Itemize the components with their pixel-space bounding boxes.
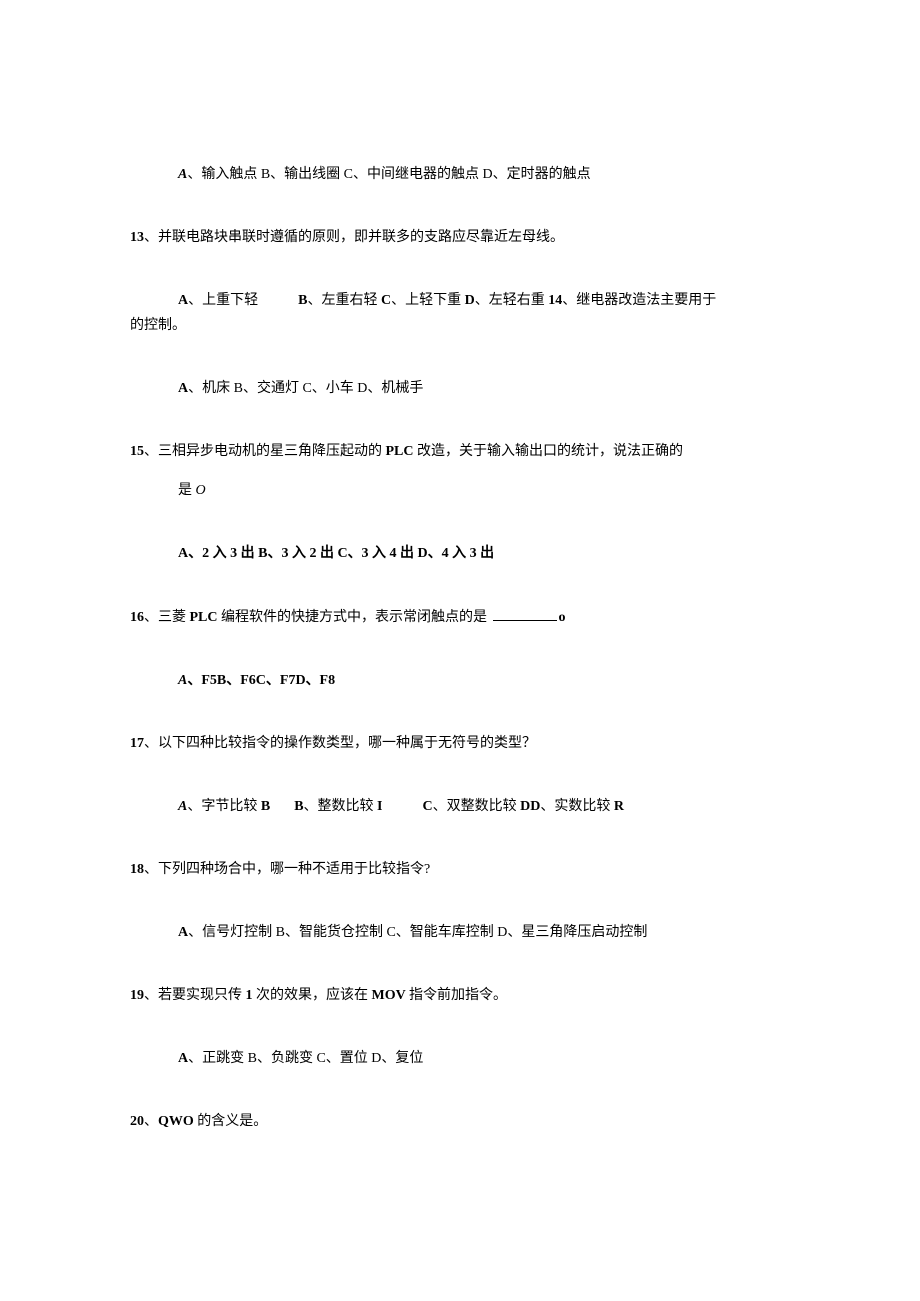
- q19-options-line: A、正跳变 B、负跳变 C、置位 D、复位: [130, 1048, 790, 1069]
- q13-number: 13: [130, 230, 144, 245]
- q19-tc: 次的效果，应该在: [256, 988, 372, 1003]
- q13-text: 并联电路块串联时遵循的原则，即并联多的支路应尽靠近左母线。: [158, 230, 564, 245]
- q16-ta: 三菱: [158, 610, 190, 625]
- q17-optC-t: 、双整数比较: [433, 799, 521, 814]
- q15-options-line: A、2 入 3 出 B、3 入 2 出 C、3 入 4 出 D、4 入 3 出: [130, 543, 790, 564]
- q17-optD-b: R: [614, 799, 624, 814]
- q15-l1a: 三相异步电动机的星三角降压起动的: [158, 444, 386, 459]
- q18-number: 18: [130, 862, 144, 877]
- q15-l2a: 是: [178, 483, 196, 498]
- q20-question: 20、QWO 的含义是。: [130, 1111, 790, 1132]
- q13-optA-t: 、上重下轻: [188, 293, 258, 308]
- q19-optA: A: [178, 1051, 188, 1066]
- q12-options-line: A、输入触点 B、输出线圈 C、中间继电器的触点 D、定时器的触点: [130, 164, 790, 185]
- q12-options: A: [178, 167, 187, 182]
- q17-optA-t: 、字节比较: [187, 799, 261, 814]
- q15-l2b: O: [196, 483, 206, 498]
- q17-optA-b: B: [261, 799, 270, 814]
- document-page: A、输入触点 B、输出线圈 C、中间继电器的触点 D、定时器的触点 13、并联电…: [0, 0, 920, 1301]
- q17-optA: A: [178, 799, 187, 814]
- q15-line1: 15、三相异步电动机的星三角降压起动的 PLC 改造，关于输入输出口的统计，说法…: [130, 441, 790, 462]
- q17-optD-t: 、实数比较: [540, 799, 614, 814]
- q13-opts-row: A、上重下轻B、左重右轻 C、上轻下重 D、左轻右重 14、继电器改造法主要用于: [130, 290, 790, 311]
- q18-options-text: 、信号灯控制 B、智能货仓控制 C、智能车库控制 D、星三角降压启动控制: [188, 925, 647, 940]
- q18-sep: 、: [144, 862, 158, 877]
- q18-text: 下列四种场合中，哪一种不适用于比较指令?: [158, 862, 430, 877]
- q19-options-text: 、正跳变 B、负跳变 C、置位 D、复位: [188, 1051, 423, 1066]
- q13-question: 13、并联电路块串联时遵循的原则，即并联多的支路应尽靠近左母线。: [130, 227, 790, 248]
- q17-question: 17、以下四种比较指令的操作数类型，哪一种属于无符号的类型？: [130, 733, 790, 754]
- q16-options: 、F5B、F6C、F7D、F8: [187, 673, 335, 688]
- q19-td: MOV: [372, 988, 409, 1003]
- q16-question: 16、三菱 PLC 编程软件的快捷方式中，表示常闭触点的是 o: [130, 606, 790, 628]
- q13-optD-t: 、左轻右重: [475, 293, 549, 308]
- q13-optC: C: [381, 293, 391, 308]
- q19-number: 19: [130, 988, 144, 1003]
- q17-optB-t: 、整数比较: [304, 799, 378, 814]
- q15-sep: 、: [144, 444, 158, 459]
- q17-text: 以下四种比较指令的操作数类型，哪一种属于无符号的类型？: [158, 736, 536, 751]
- q15-number: 15: [130, 444, 144, 459]
- q15-line2: 是 O: [130, 480, 790, 501]
- q19-tb: 1: [246, 988, 257, 1003]
- q14-text: 、继电器改造法主要用于: [562, 293, 716, 308]
- q18-question: 18、下列四种场合中，哪一种不适用于比较指令?: [130, 859, 790, 880]
- q16-td: o: [559, 610, 566, 625]
- q16-plc: PLC: [190, 610, 222, 625]
- q12-options-text: 、输入触点 B、输出线圈 C、中间继电器的触点 D、定时器的触点: [187, 167, 590, 182]
- q19-question: 19、若要实现只传 1 次的效果，应该在 MOV 指令前加指令。: [130, 985, 790, 1006]
- q15-l1c: 改造，关于输入输出口的统计，说法正确的: [417, 444, 683, 459]
- q19-ta: 若要实现只传: [158, 988, 246, 1003]
- q19-te: 指令前加指令。: [409, 988, 507, 1003]
- q17-number: 17: [130, 736, 144, 751]
- q17-options-line: A、字节比较 BB、整数比较 IC、双整数比较 DD、实数比较 R: [130, 796, 790, 817]
- q13-optB-t: 、左重右轻: [307, 293, 381, 308]
- q13-optD: D: [465, 293, 475, 308]
- q15-block: 15、三相异步电动机的星三角降压起动的 PLC 改造，关于输入输出口的统计，说法…: [130, 441, 790, 501]
- q15-options: A、2 入 3 出 B、3 入 2 出 C、3 入 4 出 D、4 入 3 出: [178, 546, 494, 561]
- q17-optC-b: DD: [520, 799, 540, 814]
- q19-sep: 、: [144, 988, 158, 1003]
- q16-tc: 编程软件的快捷方式中，表示常闭触点的是: [221, 610, 491, 625]
- q17-sep: 、: [144, 736, 158, 751]
- q18-optA: A: [178, 925, 188, 940]
- q17-optB: B: [294, 799, 303, 814]
- q17-optB-b: I: [377, 799, 382, 814]
- q18-options-line: A、信号灯控制 B、智能货仓控制 C、智能车库控制 D、星三角降压启动控制: [130, 922, 790, 943]
- q14-wrap: 的控制。: [130, 315, 790, 336]
- q16-blank: [493, 606, 557, 621]
- q13-optC-t: 、上轻下重: [391, 293, 465, 308]
- q13-optA: A: [178, 293, 188, 308]
- q13-options-and-q14: A、上重下轻B、左重右轻 C、上轻下重 D、左轻右重 14、继电器改造法主要用于…: [130, 290, 790, 336]
- q16-sep: 、: [144, 610, 158, 625]
- q20-tb: 的含义是。: [197, 1114, 267, 1129]
- q13-sep: 、: [144, 230, 158, 245]
- q17-optC: C: [422, 799, 432, 814]
- q16-options-line: A、F5B、F6C、F7D、F8: [130, 670, 790, 691]
- q20-ta: QWO: [158, 1114, 197, 1129]
- q16-number: 16: [130, 610, 144, 625]
- q16-optA: A: [178, 673, 187, 688]
- q20-number: 20: [130, 1114, 144, 1129]
- q15-plc: PLC: [386, 444, 418, 459]
- q14-number: 14: [548, 293, 562, 308]
- q14-options: A: [178, 381, 188, 396]
- q14-options-line: A、机床 B、交通灯 C、小车 D、机械手: [130, 378, 790, 399]
- q14-options-text: 、机床 B、交通灯 C、小车 D、机械手: [188, 381, 423, 396]
- q20-sep: 、: [144, 1114, 158, 1129]
- q14-wrap-text: 的控制。: [130, 318, 186, 333]
